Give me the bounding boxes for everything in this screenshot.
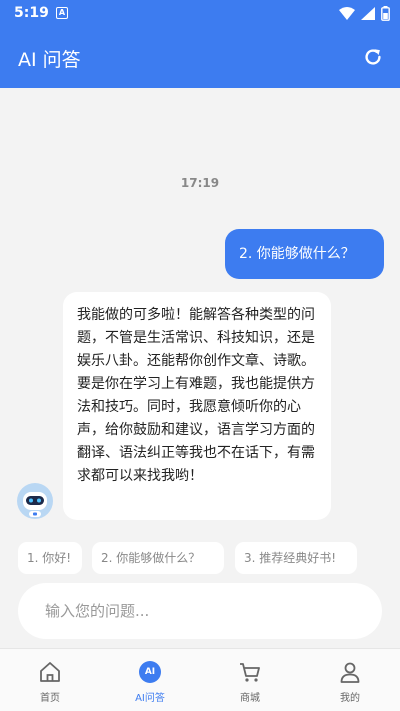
bottom-tab-bar: 首页 AI AI问答 商城 我的	[0, 648, 400, 711]
tab-home[interactable]: 首页	[0, 649, 100, 711]
suggestion-chip-books[interactable]: 3. 推荐经典好书!	[235, 542, 357, 574]
page-title: AI 问答	[18, 49, 81, 71]
ai-badge: AI	[139, 661, 161, 683]
suggestion-chip-capabilities[interactable]: 2. 你能够做什么？	[92, 542, 224, 574]
status-time: 5:19	[14, 5, 49, 21]
message-timestamp: 17:19	[180, 176, 220, 190]
battery-icon	[381, 6, 390, 21]
question-input[interactable]	[18, 583, 382, 639]
refresh-icon	[365, 49, 381, 65]
robot-icon	[23, 492, 47, 517]
profile-icon	[337, 659, 363, 685]
tab-profile[interactable]: 我的	[300, 649, 400, 711]
tab-ai-qa[interactable]: AI AI问答	[100, 649, 200, 711]
home-icon	[37, 659, 63, 685]
question-input-container	[18, 583, 382, 639]
tab-ai-qa-label: AI问答	[135, 693, 165, 704]
tab-mall[interactable]: 商城	[200, 649, 300, 711]
cart-icon	[237, 659, 263, 685]
ai-icon: AI	[137, 659, 163, 685]
app-bar: AI 问答	[0, 28, 400, 88]
status-bar: 5:19 A	[0, 0, 400, 28]
wifi-icon	[339, 7, 355, 20]
bot-message-bubble: 我能做的可多啦！能解答各种类型的问题，不管是生活常识、科技知识，还是娱乐八卦。还…	[63, 292, 331, 520]
notification-icon: A	[56, 7, 68, 19]
user-message-bubble: 2. 你能够做什么？	[225, 229, 384, 279]
tab-mall-label: 商城	[240, 693, 260, 704]
tab-profile-label: 我的	[340, 693, 360, 704]
bot-avatar	[17, 483, 53, 519]
tab-home-label: 首页	[40, 693, 60, 704]
status-icons	[339, 6, 390, 21]
suggestion-chip-hello[interactable]: 1. 你好!	[18, 542, 82, 574]
signal-icon	[361, 7, 375, 20]
refresh-button[interactable]	[360, 44, 386, 70]
